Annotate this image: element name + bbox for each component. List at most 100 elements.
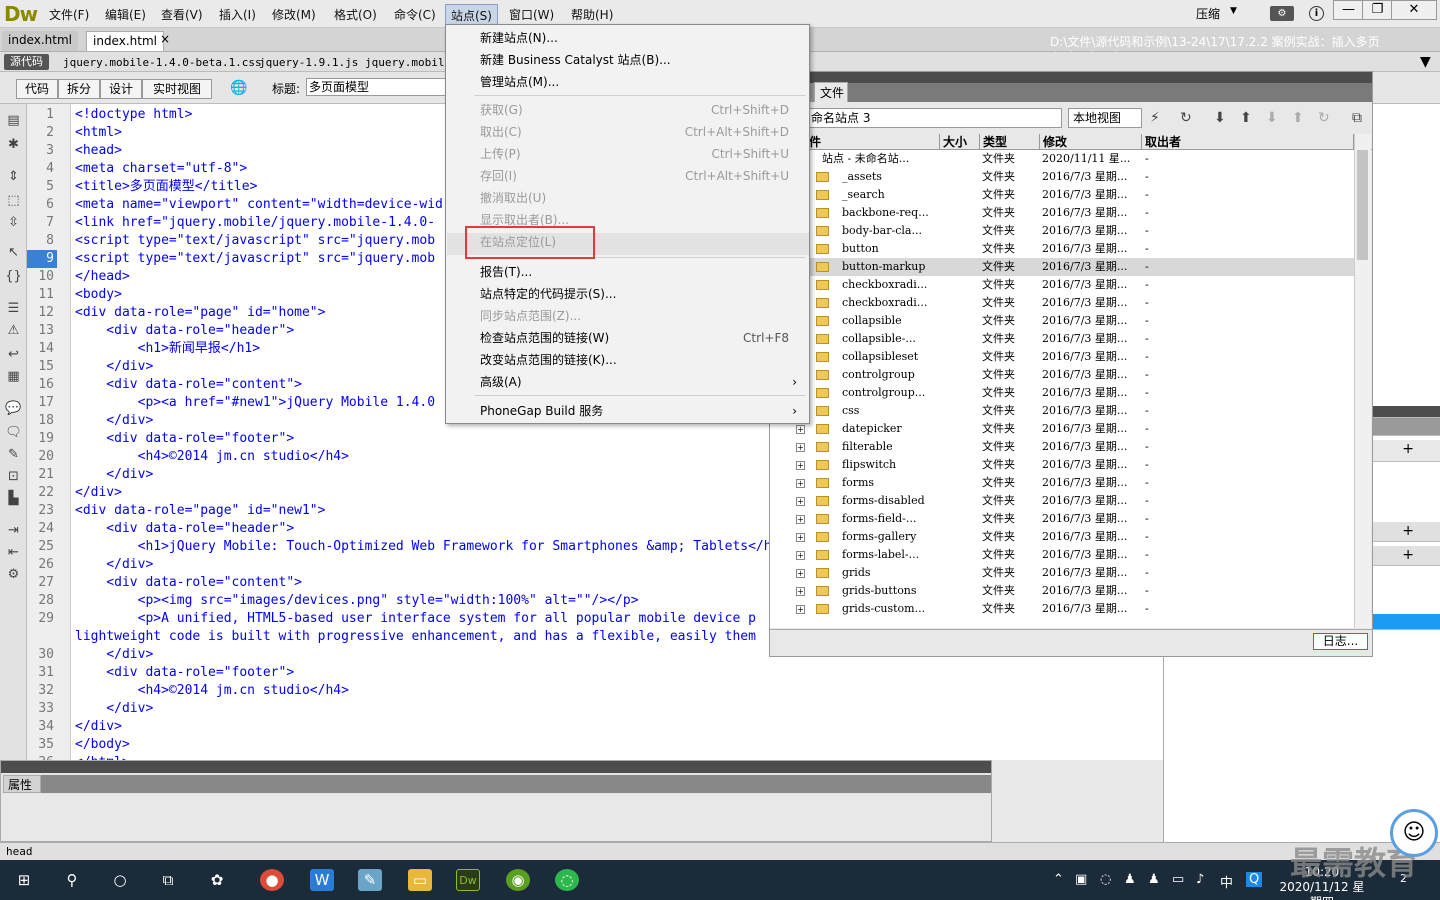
wechat-icon[interactable]: ◌ [555, 869, 579, 891]
app-icon[interactable]: ✿ [205, 869, 229, 891]
file-row[interactable]: +controlgroup文件夹2016/7/3 星期...- [770, 366, 1354, 384]
expand-all-icon[interactable]: ⇳ [5, 214, 22, 231]
file-row[interactable]: +body-bar-cla...文件夹2016/7/3 星期...- [770, 222, 1354, 240]
menu-item[interactable]: 报告(T)... [480, 263, 532, 281]
expand-panel-icon[interactable]: ⧉ [1352, 110, 1362, 126]
code-line[interactable]: </div> [75, 646, 153, 664]
code-line[interactable]: <script type="text/javascript" src="jque… [75, 232, 435, 250]
apply-comment-icon[interactable]: 💬 [5, 400, 22, 417]
live-view-button[interactable]: 实时视图 [142, 79, 212, 99]
file-row[interactable]: + datepicker 文件夹 2016/7/3 星期... - [770, 420, 1354, 438]
refresh-icon[interactable]: ↻ [1180, 110, 1192, 126]
code-line[interactable]: <p><a href="#new1">jQuery Mobile 1.4.0 [75, 394, 435, 412]
tab-files[interactable]: 文件 [814, 82, 848, 102]
code-line[interactable]: <script type="text/javascript" src="jque… [75, 250, 435, 268]
site-select[interactable]: 命名站点 3 [806, 108, 1062, 128]
menu-format[interactable]: 格式(O) [331, 6, 380, 23]
code-line[interactable]: lightweight code is built with progressi… [75, 628, 756, 646]
log-button[interactable]: 日志... [1313, 633, 1368, 650]
expand-icon[interactable]: + [796, 497, 805, 506]
file-row[interactable]: + forms-label-... 文件夹 2016/7/3 星期... - [770, 546, 1354, 564]
related-file[interactable]: jquery.mobile [365, 56, 451, 69]
workspace-switcher[interactable]: 压缩 [1196, 5, 1220, 22]
put-files-icon[interactable]: ⬆ [1240, 110, 1252, 126]
code-line[interactable]: <div data-role="footer"> [75, 664, 294, 682]
notepad-icon[interactable]: ✎ [358, 869, 382, 891]
file-explorer-icon[interactable]: ▭ [408, 869, 432, 891]
tab-properties[interactable]: 属性 [3, 775, 41, 793]
cortana-icon[interactable]: ○ [108, 869, 132, 891]
restore-button[interactable]: ❐ [1362, 0, 1393, 20]
menu-item[interactable]: 撤消取出(U) [480, 189, 546, 207]
minimize-button[interactable]: — [1333, 0, 1364, 20]
outdent-code-icon[interactable]: ⇤ [5, 544, 22, 561]
menu-item[interactable]: 新建站点(N)... [480, 29, 558, 47]
code-line[interactable]: </div> [75, 700, 153, 718]
file-row[interactable]: +collapsible-...文件夹2016/7/3 星期...- [770, 330, 1354, 348]
code-line[interactable]: <p><img src="images/devices.png" style="… [75, 592, 639, 610]
code-line[interactable]: </div> [75, 718, 122, 736]
code-line[interactable]: <html> [75, 124, 122, 142]
code-line[interactable]: <meta name="viewport" content="width=dev… [75, 196, 443, 214]
code-line[interactable]: <div data-role="page" id="new1"> [75, 502, 325, 520]
connect-icon[interactable]: ⚡ [1150, 110, 1160, 126]
menu-item[interactable]: 高级(A) [480, 373, 522, 391]
menu-item[interactable]: 存回(I) [480, 167, 517, 185]
syntax-coloring-icon[interactable]: ▦ [5, 368, 22, 385]
column-size[interactable]: 大小 [940, 134, 980, 150]
file-row[interactable]: + forms 文件夹 2016/7/3 星期... - [770, 474, 1354, 492]
menu-file[interactable]: 文件(F) [46, 6, 92, 23]
expand-icon[interactable]: + [796, 551, 805, 560]
wrap-tag-icon[interactable]: ✎ [5, 446, 22, 463]
code-line[interactable]: <body> [75, 286, 122, 304]
expand-icon[interactable]: + [796, 461, 805, 470]
synchronize-icon[interactable]: ↻ [1318, 110, 1330, 126]
file-row[interactable]: + grids 文件夹 2016/7/3 星期... - [770, 564, 1354, 582]
code-line[interactable]: </div> [75, 412, 153, 430]
column-checked-out-by[interactable]: 取出者 [1142, 134, 1354, 150]
add-icon[interactable]: + [1402, 441, 1414, 457]
file-row[interactable]: +button文件夹2016/7/3 星期...- [770, 240, 1354, 258]
file-row[interactable]: + forms-disabled 文件夹 2016/7/3 星期... - [770, 492, 1354, 510]
code-view-button[interactable]: 代码 [16, 79, 58, 99]
app-icon[interactable]: ◉ [506, 869, 530, 891]
menu-edit[interactable]: 编辑(E) [102, 6, 149, 23]
menu-commands[interactable]: 命令(C) [391, 6, 439, 23]
info-icon[interactable]: i [1309, 6, 1324, 21]
code-line[interactable]: </head> [75, 268, 130, 286]
column-modified[interactable]: 修改 [1040, 134, 1142, 150]
menu-window[interactable]: 窗口(W) [506, 6, 557, 23]
related-file[interactable]: jquery.mobile-1.4.0-beta.1.css [63, 56, 262, 69]
close-icon[interactable]: × [160, 32, 170, 46]
menu-item[interactable]: 取出(C) [480, 123, 522, 141]
file-row[interactable]: + forms-field-... 文件夹 2016/7/3 星期... - [770, 510, 1354, 528]
expand-icon[interactable]: + [796, 479, 805, 488]
code-line[interactable]: </div> [75, 358, 153, 376]
code-line[interactable]: <p>A unified, HTML5-based user interface… [75, 610, 756, 628]
expand-icon[interactable]: + [796, 515, 805, 524]
code-line[interactable]: </body> [75, 736, 130, 754]
expand-icon[interactable]: + [796, 443, 805, 452]
ime-indicator[interactable]: 中 [1220, 872, 1233, 891]
indent-code-icon[interactable]: ⇥ [5, 522, 22, 539]
view-select[interactable]: 本地视图 [1068, 108, 1142, 128]
menu-item[interactable]: 获取(G) [480, 101, 523, 119]
file-row[interactable]: 站点 - 未命名站... 文件夹 2020/11/11 星... - [770, 150, 1354, 168]
globe-icon[interactable]: 🌐 [230, 80, 247, 96]
recent-snippets-icon[interactable]: ⊡ [5, 468, 22, 485]
line-numbers-icon[interactable]: ☰ [5, 300, 22, 317]
code-line[interactable]: <!doctype html> [75, 106, 192, 124]
show-code-navigator-icon[interactable]: ✱ [5, 136, 22, 153]
get-files-icon[interactable]: ⬇ [1214, 110, 1226, 126]
word-wrap-icon[interactable]: ↩ [5, 346, 22, 363]
check-out-icon[interactable]: ⬇ [1266, 110, 1278, 126]
tray-icon[interactable]: ▣ [1075, 872, 1087, 887]
file-row[interactable]: + filterable 文件夹 2016/7/3 星期... - [770, 438, 1354, 456]
volume-icon[interactable]: ♪ [1196, 872, 1204, 887]
menu-item[interactable]: 新建 Business Catalyst 站点(B)... [480, 51, 671, 69]
task-view-icon[interactable]: ⧉ [156, 869, 180, 891]
file-row[interactable]: +button-markup文件夹2016/7/3 星期...- [770, 258, 1354, 276]
expand-icon[interactable]: + [796, 425, 805, 434]
file-row[interactable]: +collapsibleset文件夹2016/7/3 星期...- [770, 348, 1354, 366]
menu-item[interactable]: 上传(P) [480, 145, 521, 163]
